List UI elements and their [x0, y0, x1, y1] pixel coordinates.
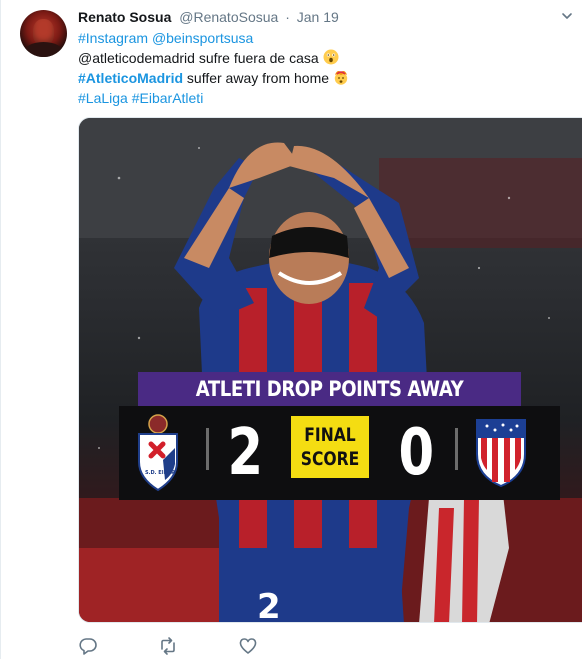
tweet[interactable]: Renato Sosua @RenatoSosua · Jan 19 #Inst… [0, 0, 582, 659]
tweet-media-image[interactable]: 2 [78, 117, 582, 623]
player-number: 2 [257, 587, 281, 623]
tweet-line-2: @atleticodemadrid sufre fuera de casa [78, 48, 349, 68]
headline-banner: ATLETI DROP POINTS AWAY FROM HOME [138, 372, 521, 435]
tweet-header: Renato Sosua @RenatoSosua · Jan 19 [78, 8, 339, 26]
score-label: SCORE [300, 448, 360, 470]
score-divider-left [206, 428, 209, 470]
eibar-crest-text: S.D. EIBAR [145, 470, 175, 476]
away-score: 0 [398, 416, 435, 490]
tweet-line-4: #LaLiga #EibarAtleti [78, 88, 349, 108]
chevron-down-icon[interactable] [561, 10, 573, 22]
final-score-badge: FINAL SCORE [291, 416, 369, 478]
tweet-date[interactable]: Jan 19 [297, 9, 339, 25]
retweet-icon[interactable] [158, 636, 178, 656]
header-separator: · [285, 9, 290, 25]
like-icon[interactable] [238, 636, 258, 656]
mention-beinsportsusa[interactable]: @beinsportsusa [152, 30, 253, 46]
player-photo: 2 [79, 118, 582, 623]
astonished-face-emoji [323, 49, 339, 65]
avatar-shoulders [24, 42, 63, 57]
hashtag-eibaratleti[interactable]: #EibarAtleti [132, 90, 204, 106]
final-label: FINAL [304, 424, 356, 446]
tweet-line-3: #AtleticoMadrid suffer away from home [78, 68, 349, 88]
hashtag-laliga[interactable]: #LaLiga [78, 90, 128, 106]
reply-icon[interactable] [78, 636, 98, 656]
score-divider-right [455, 428, 458, 470]
headline-text: ATLETI DROP POINTS AWAY FROM HOME [195, 377, 464, 435]
hashtag-atleticomadrid[interactable]: #AtleticoMadrid [78, 70, 183, 86]
exploding-head-emoji [334, 71, 348, 85]
tweet-line-2-text: @atleticodemadrid sufre fuera de casa [78, 50, 319, 66]
home-score: 2 [227, 416, 264, 490]
tweet-text: #Instagram @beinsportsusa @atleticodemad… [78, 28, 349, 108]
author-handle[interactable]: @RenatoSosua [179, 9, 278, 25]
author-name[interactable]: Renato Sosua [78, 9, 171, 25]
hashtag-instagram[interactable]: #Instagram [78, 30, 148, 46]
tweet-line-3-text: suffer away from home [183, 70, 330, 86]
tweet-line-1: #Instagram @beinsportsusa [78, 28, 349, 48]
eibar-crest-icon: S.D. EIBAR [138, 414, 178, 492]
avatar[interactable] [20, 10, 67, 57]
atletico-crest-icon [476, 419, 526, 488]
